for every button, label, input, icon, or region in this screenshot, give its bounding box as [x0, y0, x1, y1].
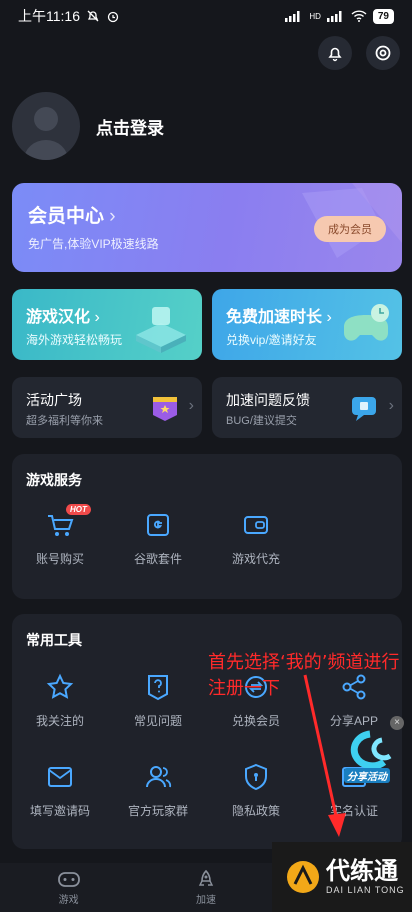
- settings-icon: [375, 45, 391, 61]
- faq-label: 常见问题: [133, 714, 182, 728]
- watermark-sub: DAI LIAN TONG: [326, 885, 405, 895]
- signal-icon-2: [326, 11, 342, 22]
- watermark-logo-icon: [287, 861, 319, 893]
- rocket-icon: [198, 869, 214, 886]
- wallet-icon: [244, 516, 268, 534]
- game-services-title: 游戏服务: [26, 472, 82, 488]
- activity-subtitle: 超多福利等你来: [26, 415, 103, 427]
- header-actions: [318, 36, 400, 70]
- free-time-title: 免费加速时长 ›: [226, 303, 332, 327]
- group-icon: [146, 766, 172, 788]
- watermark-logo: 代练通 DAI LIAN TONG: [272, 842, 412, 912]
- vip-center-card[interactable]: 会员中心 › 免广告,体验VIP极速线路 成为会员: [12, 183, 402, 272]
- hot-badge: HOT: [66, 504, 91, 515]
- invite-code-item[interactable]: 填写邀请码: [12, 762, 108, 819]
- my-follows-item[interactable]: 我关注的: [12, 672, 108, 729]
- chevron-right-icon: ›: [326, 309, 332, 326]
- signal-icon: [285, 11, 300, 22]
- game-recharge-label: 游戏代充: [231, 552, 280, 566]
- envelope-icon: [48, 767, 72, 787]
- chat-bubble-icon: [352, 397, 376, 421]
- nav-tab-accelerate-label: 加速: [195, 895, 216, 906]
- shield-icon: [245, 763, 267, 791]
- status-time: 上午11:16: [18, 8, 80, 24]
- question-icon: [148, 675, 168, 701]
- alarm-icon: [107, 11, 119, 23]
- gamepad-clock-icon: [344, 304, 389, 341]
- my-follows-label: 我关注的: [35, 714, 84, 728]
- feedback-card[interactable]: 加速问题反馈 BUG/建议提交 ›: [212, 377, 402, 438]
- account-purchase-label: 账号购买: [35, 552, 84, 566]
- nav-tab-games[interactable]: 游戏: [0, 863, 137, 912]
- settings-button[interactable]: [366, 36, 400, 70]
- game-services-panel: 游戏服务 HOT 账号购买 谷歌套件 游戏代充: [12, 454, 402, 599]
- avatar[interactable]: [12, 92, 80, 160]
- chevron-right-icon: ›: [188, 397, 194, 414]
- notification-button[interactable]: [318, 36, 352, 70]
- watermark-text: 代练通 DAI LIAN TONG: [326, 858, 405, 896]
- google-suite-item[interactable]: 谷歌套件: [110, 510, 206, 567]
- google-suite-icon: [147, 514, 169, 536]
- faq-item[interactable]: 常见问题: [110, 672, 206, 729]
- vip-title-text: 会员中心: [28, 206, 105, 227]
- annotation-arrow: [303, 674, 346, 837]
- close-float-button[interactable]: ×: [390, 716, 404, 730]
- player-group-label: 官方玩家群: [127, 804, 188, 818]
- profile-section[interactable]: 点击登录: [12, 92, 164, 160]
- login-link[interactable]: 点击登录: [96, 114, 164, 139]
- bell-icon: [328, 47, 342, 62]
- network-label: HD: [309, 11, 321, 21]
- become-member-button[interactable]: 成为会员: [314, 216, 386, 242]
- chevron-right-icon: ›: [94, 309, 100, 326]
- ribbon-badge-icon: [153, 397, 177, 421]
- vip-subtitle: 免广告,体验VIP极速线路: [28, 237, 159, 251]
- common-tools-title: 常用工具: [26, 632, 82, 648]
- game-localization-card[interactable]: 游戏汉化 › 海外游戏轻松畅玩: [12, 289, 202, 360]
- account-purchase-item[interactable]: HOT 账号购买: [12, 504, 108, 567]
- battery-indicator: 79: [372, 8, 394, 24]
- nav-tab-games-label: 游戏: [58, 895, 79, 906]
- activity-title: 活动广场: [26, 392, 82, 408]
- feedback-title: 加速问题反馈: [226, 392, 310, 408]
- free-acceleration-card[interactable]: 免费加速时长 › 兑换vip/邀请好友: [212, 289, 402, 360]
- status-bar: 上午11:16 HD 79: [0, 0, 412, 32]
- free-time-title-text: 免费加速时长: [226, 309, 323, 326]
- vip-title: 会员中心 ›: [28, 201, 116, 228]
- chevron-right-icon: ›: [109, 206, 116, 227]
- watermark-main: 代练通: [326, 858, 398, 885]
- default-avatar-icon: [24, 107, 68, 160]
- nav-tab-accelerate[interactable]: 加速: [137, 863, 274, 912]
- localization-title-text: 游戏汉化: [26, 309, 91, 326]
- localization-subtitle: 海外游戏轻松畅玩: [26, 333, 123, 347]
- star-icon: [46, 673, 74, 699]
- invite-code-label: 填写邀请码: [29, 804, 90, 818]
- mute-icon: [87, 10, 99, 22]
- wifi-icon: [351, 10, 367, 22]
- feedback-subtitle: BUG/建议提交: [226, 415, 297, 427]
- game-recharge-item[interactable]: 游戏代充: [208, 510, 304, 567]
- activity-square-card[interactable]: 活动广场 超多福利等你来 ›: [12, 377, 202, 438]
- gamepad-icon: [57, 872, 80, 887]
- localization-title: 游戏汉化 ›: [26, 303, 100, 327]
- google-suite-label: 谷歌套件: [133, 552, 182, 566]
- chevron-right-icon: ›: [388, 397, 394, 414]
- free-time-subtitle: 兑换vip/邀请好友: [226, 333, 317, 347]
- cube-platform-icon: [136, 307, 186, 353]
- player-group-item[interactable]: 官方玩家群: [110, 762, 206, 819]
